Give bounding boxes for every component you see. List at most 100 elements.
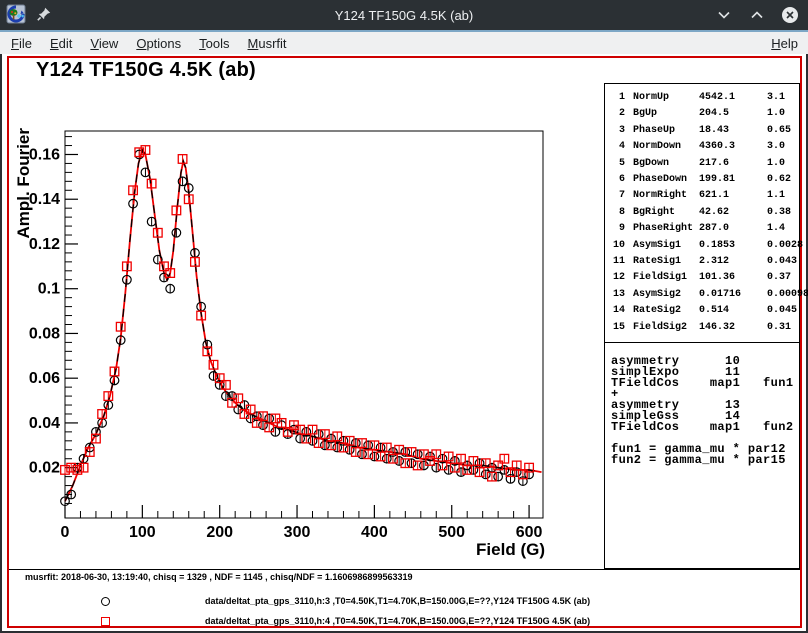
param-pname: BgDown — [633, 156, 691, 172]
param-pname: RateSig1 — [633, 254, 691, 270]
param-pval: 0.01716 — [699, 287, 759, 303]
fit-info-line: musrfit: 2018-06-30, 13:19:40, chisq = 1… — [25, 572, 412, 582]
svg-text:100: 100 — [129, 524, 156, 541]
param-num: 15 — [611, 320, 625, 336]
minimize-button[interactable] — [714, 5, 734, 25]
param-pname: AsymSig2 — [633, 287, 691, 303]
param-pval: 2.312 — [699, 254, 759, 270]
param-row: 3PhaseUp18.430.65 — [605, 123, 799, 139]
param-num: 7 — [611, 188, 625, 204]
param-num: 9 — [611, 221, 625, 237]
menubar: FileEditViewOptionsToolsMusrfit Help — [0, 32, 808, 54]
param-pname: RateSig2 — [633, 303, 691, 319]
param-perr: 0.043 — [767, 254, 799, 270]
param-row: 15FieldSig2146.320.31 — [605, 320, 799, 336]
param-perr: 0.0028 — [767, 238, 803, 254]
y-axis-title: Ampl. Fourier — [14, 128, 33, 239]
menu-item-tools[interactable]: Tools — [190, 34, 238, 53]
param-perr: 1.4 — [767, 221, 799, 237]
svg-text:500: 500 — [438, 524, 465, 541]
svg-text:0.02: 0.02 — [29, 460, 60, 477]
param-pval: 101.36 — [699, 270, 759, 286]
fit-line-solid — [65, 150, 542, 501]
param-row: 13AsymSig20.017160.00098 — [605, 287, 799, 303]
param-pval: 4542.1 — [699, 90, 759, 106]
square-marker-icon — [101, 617, 110, 626]
param-pval: 0.514 — [699, 303, 759, 319]
menu-item-edit[interactable]: Edit — [41, 34, 81, 53]
x-axis: 0100200300400500600Field (G) — [61, 505, 545, 559]
fit-parameter-box: 1NormUp4542.13.12BgUp204.51.03PhaseUp18.… — [604, 83, 800, 569]
fit-line-dashed — [65, 150, 542, 501]
plot-frame — [65, 131, 543, 518]
root-canvas[interactable]: Y124 TF150G 4.5K (ab) 010020030040050060… — [2, 54, 806, 631]
param-pval: 217.6 — [699, 156, 759, 172]
param-row: 4NormDown4360.33.0 — [605, 139, 799, 155]
menu-item-view[interactable]: View — [81, 34, 127, 53]
series-square — [61, 146, 534, 481]
menu-item-file[interactable]: File — [2, 34, 41, 53]
param-num: 14 — [611, 303, 625, 319]
param-pval: 621.1 — [699, 188, 759, 204]
param-row: 8BgRight42.620.38 — [605, 205, 799, 221]
param-row: 5BgDown217.61.0 — [605, 156, 799, 172]
param-pname: NormRight — [633, 188, 691, 204]
root-app-icon — [6, 4, 26, 29]
y-axis: 0.020.040.060.080.10.120.140.16Ampl. Fou… — [14, 128, 78, 504]
param-pname: FieldSig2 — [633, 320, 691, 336]
param-pname: PhaseRight — [633, 221, 691, 237]
menu-item-musrfit[interactable]: Musrfit — [239, 34, 296, 53]
param-num: 11 — [611, 254, 625, 270]
legend-row: data/deltat_pta_gps_3110,h:3 ,T0=4.50K,T… — [2, 596, 806, 610]
legend-label: data/deltat_pta_gps_3110,h:3 ,T0=4.50K,T… — [205, 596, 590, 606]
param-num: 4 — [611, 139, 625, 155]
param-row: 7 NormRight 621.1 1.1 — [605, 188, 799, 204]
menu-item-options[interactable]: Options — [127, 34, 190, 53]
close-button[interactable] — [780, 5, 800, 25]
param-perr: 3.1 — [767, 90, 799, 106]
chevron-down-icon — [717, 8, 731, 22]
param-pval: 18.43 — [699, 123, 759, 139]
series-circle — [61, 150, 534, 505]
titlebar: Y124 TF150G 4.5K (ab) — [0, 0, 808, 30]
param-row: 1 NormUp 4542.1 3.1 — [605, 90, 799, 106]
param-pval: 287.0 — [699, 221, 759, 237]
svg-text:0.1: 0.1 — [38, 281, 60, 298]
menu-item-help[interactable]: Help — [762, 34, 808, 53]
plot-area[interactable]: 0100200300400500600Field (G)0.020.040.06… — [7, 56, 600, 569]
legend-label: data/deltat_pta_gps_3110,h:4 ,T0=4.50K,T… — [205, 616, 590, 626]
svg-text:0.08: 0.08 — [29, 325, 60, 342]
svg-text:400: 400 — [361, 524, 388, 541]
param-num: 8 — [611, 205, 625, 221]
pin-icon[interactable] — [36, 6, 52, 27]
param-row: 9 PhaseRight 287.0 1.4 — [605, 221, 799, 237]
param-pval: 199.81 — [699, 172, 759, 188]
param-pval: 204.5 — [699, 106, 759, 122]
param-row: 6PhaseDown199.810.62 — [605, 172, 799, 188]
maximize-button[interactable] — [747, 5, 767, 25]
param-num: 1 — [611, 90, 625, 106]
theory-line: TFieldCos map1 fun1 — [611, 378, 799, 389]
param-pval: 4360.3 — [699, 139, 759, 155]
param-perr: 1.1 — [767, 188, 799, 204]
close-icon — [781, 6, 799, 24]
param-perr: 1.0 — [767, 106, 799, 122]
bottom-pad-separator — [9, 569, 800, 570]
param-num: 5 — [611, 156, 625, 172]
param-perr: 3.0 — [767, 139, 799, 155]
param-pname: FieldSig1 — [633, 270, 691, 286]
param-pname: NormUp — [633, 90, 691, 106]
window-title: Y124 TF150G 4.5K (ab) — [0, 8, 808, 23]
param-pname: PhaseDown — [633, 172, 691, 188]
param-num: 13 — [611, 287, 625, 303]
param-perr: 0.38 — [767, 205, 799, 221]
svg-text:600: 600 — [516, 524, 543, 541]
svg-text:0.14: 0.14 — [29, 191, 60, 208]
svg-text:0.04: 0.04 — [29, 415, 60, 432]
theory-block: asymmetry 10simplExpo 11TFieldCos map1 f… — [605, 343, 799, 466]
param-pname: BgRight — [633, 205, 691, 221]
param-row: 2BgUp204.51.0 — [605, 106, 799, 122]
param-pname: PhaseUp — [633, 123, 691, 139]
param-num: 12 — [611, 270, 625, 286]
param-row: 12FieldSig1101.360.37 — [605, 270, 799, 286]
